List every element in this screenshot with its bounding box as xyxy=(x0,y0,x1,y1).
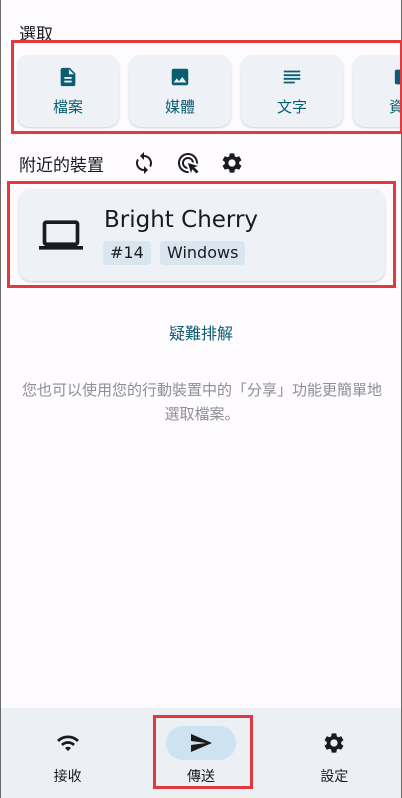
file-icon xyxy=(60,67,76,86)
pick-folder-label: 資料 xyxy=(388,97,402,116)
nav-receive[interactable]: 接收 xyxy=(1,708,134,798)
pick-file-label: 檔案 xyxy=(52,97,83,116)
pick-media-button[interactable]: 媒體 xyxy=(129,55,231,127)
bottom-navigation: 接收 傳送 設定 xyxy=(1,708,401,798)
pick-folder-button[interactable]: 資料 xyxy=(353,55,402,127)
nav-settings[interactable]: 設定 xyxy=(268,708,401,798)
nav-settings-label: 設定 xyxy=(320,769,349,785)
refresh-button[interactable] xyxy=(122,148,166,178)
send-icon xyxy=(190,734,212,752)
gear-icon xyxy=(324,733,344,753)
device-card-bright-cherry[interactable]: Bright Cherry #14 Windows xyxy=(19,189,385,281)
device-os-badge: Windows xyxy=(160,241,246,265)
nearby-settings-button[interactable] xyxy=(210,148,254,178)
pick-file-button[interactable]: 檔案 xyxy=(17,55,119,127)
device-number-badge: #14 xyxy=(103,241,151,265)
share-type-picker: 檔案 媒體 文字 資料 xyxy=(17,55,402,129)
nearby-title: 附近的裝置 xyxy=(19,155,104,176)
refresh-icon xyxy=(136,152,152,174)
manual-add-button[interactable] xyxy=(166,148,210,178)
nearby-devices-header: 附近的裝置 xyxy=(19,148,254,178)
share-hint-text: 您也可以使用您的行動裝置中的「分享」功能更簡單地選取檔案。 xyxy=(21,381,382,423)
nav-send-indicator xyxy=(165,726,236,760)
nav-send[interactable]: 傳送 xyxy=(134,708,267,798)
pick-media-label: 媒體 xyxy=(164,97,195,116)
troubleshoot-link[interactable]: 疑難排解 xyxy=(1,320,401,344)
pick-text-button[interactable]: 文字 xyxy=(241,55,343,127)
folder-icon xyxy=(394,69,402,84)
nav-send-label: 傳送 xyxy=(186,769,215,785)
text-icon xyxy=(283,70,301,83)
device-name: Bright Cherry xyxy=(104,207,259,233)
nav-settings-indicator xyxy=(299,726,369,760)
laptop-icon xyxy=(35,213,87,257)
touch-target-icon xyxy=(178,153,199,174)
wifi-icon xyxy=(56,735,79,751)
nav-receive-label: 接收 xyxy=(53,769,82,785)
nav-receive-indicator xyxy=(33,726,103,760)
image-icon xyxy=(171,68,189,85)
section-title-select: 選取 xyxy=(19,25,53,45)
gear-icon xyxy=(222,153,242,173)
pick-text-label: 文字 xyxy=(276,97,307,116)
